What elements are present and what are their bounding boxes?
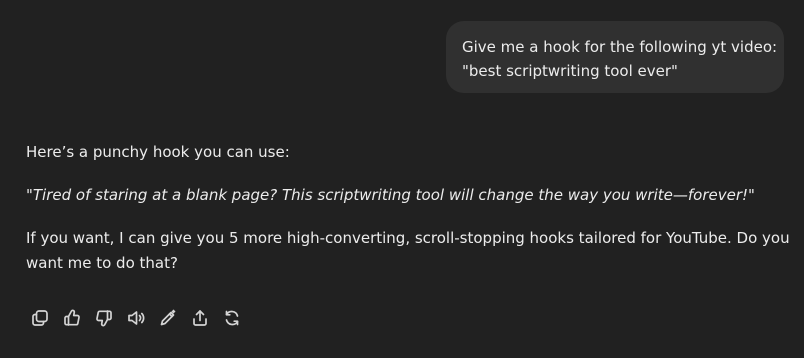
read-aloud-button[interactable] <box>120 306 152 330</box>
share-icon <box>193 310 207 326</box>
copy-icon <box>32 310 48 326</box>
assistant-hook: "Tired of staring at a blank page? This … <box>26 186 755 204</box>
copy-button[interactable] <box>24 306 56 330</box>
bad-response-button[interactable] <box>88 306 120 330</box>
read-aloud-icon <box>128 311 145 325</box>
thumbs-up-icon <box>64 309 80 326</box>
assistant-followup: If you want, I can give you 5 more high-… <box>26 229 790 272</box>
user-message-line-2: "best scriptwriting tool ever" <box>462 62 678 80</box>
assistant-message: Here’s a punchy hook you can use: "Tired… <box>26 140 796 276</box>
edit-in-canvas-button[interactable] <box>152 306 184 330</box>
thumbs-down-icon <box>96 310 112 327</box>
user-message-line-1: Give me a hook for the following yt vide… <box>462 38 778 56</box>
regenerate-button[interactable] <box>216 306 248 330</box>
share-button[interactable] <box>184 306 216 330</box>
assistant-intro: Here’s a punchy hook you can use: <box>26 143 290 161</box>
good-response-button[interactable] <box>56 306 88 330</box>
user-message-bubble: Give me a hook for the following yt vide… <box>446 21 784 93</box>
message-action-bar <box>24 306 248 330</box>
edit-icon <box>160 309 176 326</box>
regenerate-icon <box>225 310 239 326</box>
